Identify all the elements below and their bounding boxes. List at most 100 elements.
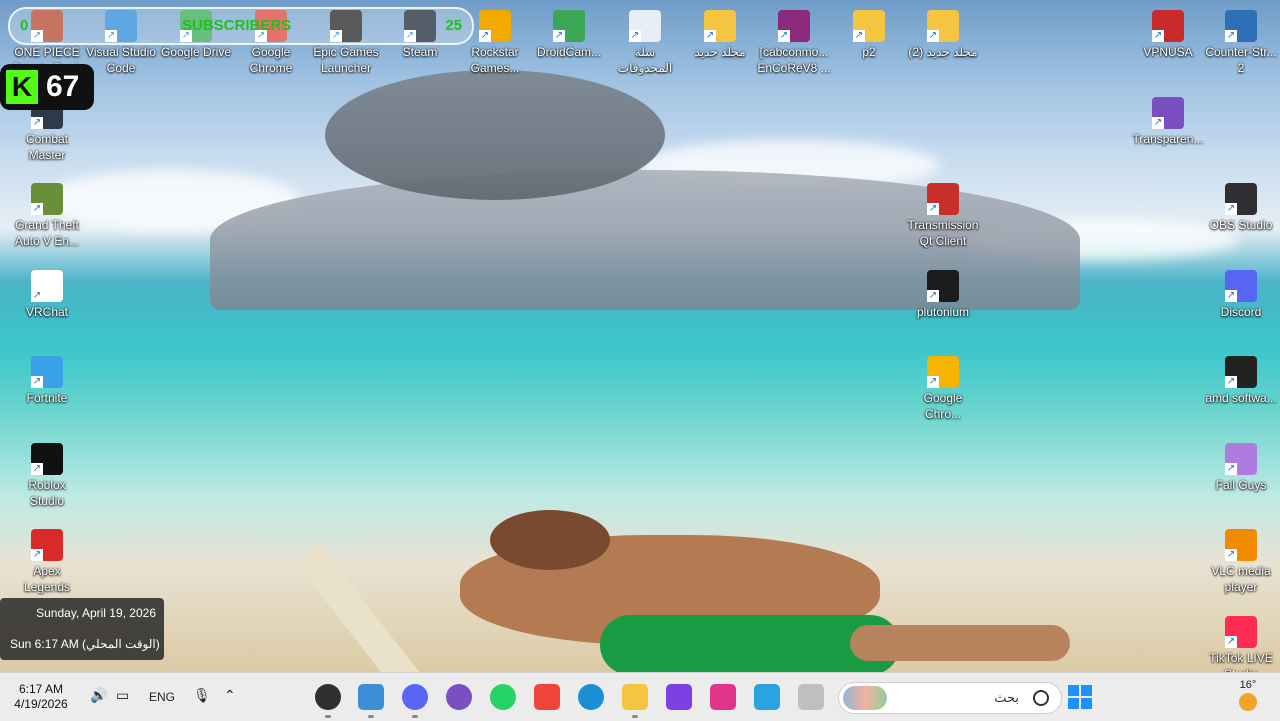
- app-icon: ↗: [31, 529, 63, 561]
- desktop-icon[interactable]: ↗ Transmission Qt Client: [898, 177, 988, 249]
- subscriber-start: 0: [20, 17, 29, 34]
- clock-time: 6:17 AM: [18, 682, 64, 696]
- desktop-icon[interactable]: ↗ VLC media player: [1196, 523, 1280, 595]
- shortcut-arrow-icon: ↗: [704, 30, 716, 42]
- shortcut-arrow-icon: ↗: [927, 30, 939, 42]
- desktop-icon[interactable]: ↗ Apex Legends: [2, 523, 92, 595]
- shortcut-arrow-icon: ↗: [778, 30, 790, 42]
- app-icon: ↗: [927, 270, 959, 302]
- app-icon: ↗: [704, 10, 736, 42]
- kick-follower-widget: K 67: [0, 64, 94, 110]
- shortcut-arrow-icon: ↗: [1225, 203, 1237, 215]
- file-explorer-taskbar-icon[interactable]: [622, 684, 648, 710]
- shortcut-arrow-icon: ↗: [31, 376, 43, 388]
- app-icon: ↗: [1225, 356, 1257, 388]
- desktop-icon-label: Transparen...: [1132, 132, 1204, 146]
- desktop-icon[interactable]: ↗ VRChat: [2, 264, 92, 320]
- app-icon: ↗: [31, 443, 63, 475]
- shortcut-arrow-icon: ↗: [1225, 30, 1237, 42]
- app-icon: ↗: [1152, 10, 1184, 42]
- app-hex-taskbar-icon[interactable]: [710, 684, 736, 710]
- shortcut-arrow-icon: ↗: [1152, 30, 1164, 42]
- whatsapp-taskbar-icon[interactable]: [490, 684, 516, 710]
- subscriber-goal: 25: [445, 17, 462, 34]
- shortcut-arrow-icon: ↗: [1225, 376, 1237, 388]
- desktop-icon[interactable]: ↗ Fall Guys: [1196, 437, 1280, 493]
- desktop-icon[interactable]: ↗ Transparen...: [1123, 91, 1213, 147]
- app-icon: ↗: [1225, 529, 1257, 561]
- tooltip-long-date: Sunday, April 19, 2026: [36, 606, 156, 620]
- desktop-icon[interactable]: ↗ Counter-Str... 2: [1196, 4, 1280, 76]
- desktop-icon[interactable]: ↗ Google Chro...: [898, 350, 988, 422]
- subscriber-overlay: 0 SUBSCRIBERS 25: [8, 7, 474, 45]
- language-indicator[interactable]: ENG: [149, 690, 175, 704]
- shortcut-arrow-icon: ↗: [927, 290, 939, 302]
- app-icon: ↗: [1152, 97, 1184, 129]
- shortcut-arrow-icon: ↗: [927, 203, 939, 215]
- app-icon: ↗: [927, 356, 959, 388]
- network-icon[interactable]: ▭: [116, 687, 129, 704]
- chat-app-taskbar-icon[interactable]: [446, 684, 472, 710]
- app-icon: ↗: [629, 10, 661, 42]
- discord-taskbar-icon[interactable]: [402, 684, 428, 710]
- app-icon: ↗: [553, 10, 585, 42]
- anydesk-taskbar-icon[interactable]: [534, 684, 560, 710]
- desktop-icon-label: Apex Legends: [23, 564, 71, 594]
- shortcut-arrow-icon: ↗: [31, 463, 43, 475]
- desktop-icon[interactable]: ↗ Roblox Studio: [2, 437, 92, 509]
- shortcut-arrow-icon: ↗: [1225, 549, 1237, 561]
- desktop-icon-label: Combat Master: [25, 132, 69, 162]
- chevron-up-icon[interactable]: ⌃: [224, 687, 236, 704]
- desktop-icon-label: Discord: [1220, 305, 1262, 319]
- app-icon: ↗: [1225, 270, 1257, 302]
- desktop-icon[interactable]: ↗ مجلد جديد (2): [898, 4, 988, 60]
- desktop-icon-label: Fall Guys: [1215, 478, 1267, 492]
- search-placeholder: بحث: [994, 690, 1019, 705]
- shortcut-arrow-icon: ↗: [1225, 290, 1237, 302]
- search-highlight-icon: [843, 686, 887, 710]
- subscriber-label: SUBSCRIBERS: [182, 17, 292, 34]
- date-tooltip: Sunday, April 19, 2026 Sun 6:17 AM (الوق…: [0, 598, 164, 660]
- taskbar-clock[interactable]: 6:17 AM 4/19/2026: [8, 682, 74, 712]
- search-box[interactable]: بحث: [838, 682, 1062, 714]
- volume-icon[interactable]: 🔊: [90, 687, 107, 704]
- moon-icon: [1239, 693, 1257, 711]
- desktop-icon[interactable]: ↗ plutonium: [898, 264, 988, 320]
- desktop-icon[interactable]: ↗ OBS Studio: [1196, 177, 1280, 233]
- app-icon: ↗: [1225, 10, 1257, 42]
- shortcut-arrow-icon: ↗: [31, 290, 43, 302]
- app-icon: ↗: [31, 356, 63, 388]
- weather-temp: 16°: [1239, 679, 1257, 691]
- app-icon: ↗: [479, 10, 511, 42]
- desktop-icon[interactable]: ↗ Fortnite: [2, 350, 92, 406]
- microphone-icon[interactable]: 🎙: [193, 687, 211, 704]
- desktop-icon-label: Transmission Qt Client: [907, 218, 979, 248]
- telegram-taskbar-icon[interactable]: [754, 684, 780, 710]
- wallpaper-beach-man: [296, 505, 1070, 672]
- weather-widget[interactable]: 16°: [1228, 679, 1268, 711]
- desktop-background: ↗ONE PIECE Bounty Rush↗Visual Studio Cod…: [0, 0, 1280, 672]
- app-icon: ↗: [1225, 183, 1257, 215]
- task-view-taskbar-icon[interactable]: [798, 684, 824, 710]
- app-icon: ↗: [927, 183, 959, 215]
- desktop-icon-label: مجلد جديد (2): [908, 45, 978, 59]
- desktop-icon[interactable]: ↗ TikTok LIVE Studio: [1196, 610, 1280, 672]
- keyboard-app-taskbar-icon[interactable]: [358, 684, 384, 710]
- desktop-icon[interactable]: ↗ Discord: [1196, 264, 1280, 320]
- start-button[interactable]: [1068, 685, 1092, 709]
- shortcut-arrow-icon: ↗: [553, 30, 565, 42]
- running-indicator: [325, 715, 331, 718]
- desktop-icon-label: VRChat: [25, 305, 69, 319]
- running-indicator: [632, 715, 638, 718]
- shortcut-arrow-icon: ↗: [31, 203, 43, 215]
- taskbar: 6:17 AM 4/19/2026 🔊 ▭ ENG 🎙 ⌃ بحث 16°: [0, 672, 1280, 721]
- desktop-icon-label: Grand Theft Auto V En...: [14, 218, 80, 248]
- clock-date: 4/19/2026: [14, 697, 68, 711]
- clipchamp-taskbar-icon[interactable]: [666, 684, 692, 710]
- desktop-icon[interactable]: ↗ amd softwa...: [1196, 350, 1280, 406]
- obs-taskbar-icon[interactable]: [315, 684, 341, 710]
- tooltip-local-time: Sun 6:17 AM (الوقت المحلي): [10, 637, 160, 651]
- kick-logo-icon: K: [6, 70, 38, 104]
- edge-taskbar-icon[interactable]: [578, 684, 604, 710]
- desktop-icon[interactable]: ↗ Grand Theft Auto V En...: [2, 177, 92, 249]
